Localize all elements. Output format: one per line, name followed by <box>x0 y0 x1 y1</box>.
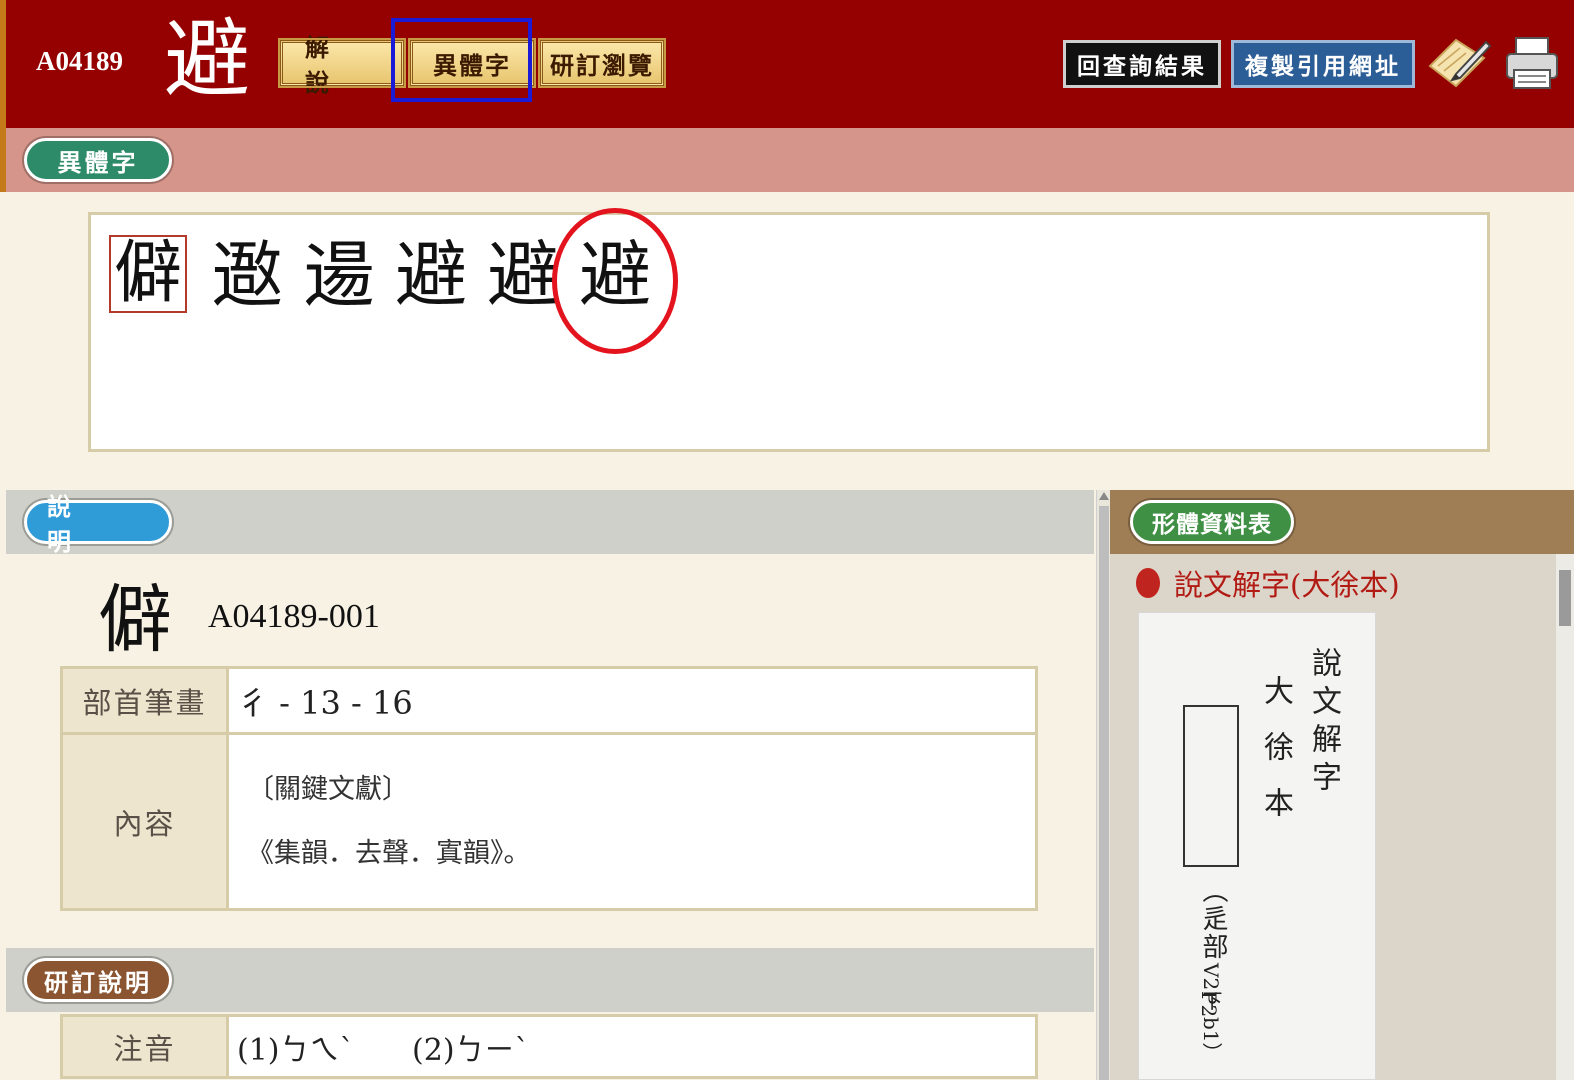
scan-text-line: b1） <box>1199 1017 1223 1063</box>
phonetic-value-1: (1)ㄅㄟˋ <box>237 1032 355 1068</box>
form-section-title: 形體資料表 <box>1130 500 1294 544</box>
scrollbar-thumb[interactable] <box>1559 570 1571 626</box>
variant-heading-char: 僻 <box>98 577 172 663</box>
tab-explanation[interactable]: 解 說 <box>278 33 406 97</box>
right-pane-scrollbar[interactable] <box>1556 554 1574 1080</box>
back-to-results-button[interactable]: 回查詢結果 <box>1063 40 1221 88</box>
variant-section-band: 異體字 <box>0 128 1574 192</box>
variant-char-4[interactable]: 避 <box>385 235 477 315</box>
explain-section-title: 說 明 <box>24 492 172 556</box>
scanned-page-image: 說文解字 大徐本 （辵部 V2下 P2 b1） <box>1138 612 1376 1080</box>
form-data-pane: 形體資料表 說文解字(大徐本) 說文解字 大徐本 （辵部 V2下 P2 b1） <box>1110 490 1574 1080</box>
phonetic-value-2: (2)ㄅㄧˋ <box>412 1032 530 1068</box>
variant-char-2[interactable]: 䢩 <box>201 235 293 315</box>
printer-icon[interactable] <box>1504 34 1560 92</box>
explain-section-band: 說 明 <box>6 490 1094 556</box>
radical-label: 部首筆畫 <box>60 666 229 735</box>
source-entry[interactable]: 說文解字(大徐本) <box>1136 562 1400 604</box>
tab-variants[interactable]: 異體字 <box>408 38 536 88</box>
variant-info-table: 部首筆畫 彳 - 13 - 16 內容 〔關鍵文獻〕 《集韻．去聲．寘韻》。 <box>60 666 1038 911</box>
table-row: 注音 (1)ㄅㄟˋ (2)ㄅㄧˋ <box>60 1014 1038 1079</box>
variant-char-3[interactable]: 逿 <box>293 235 385 315</box>
revise-section-title: 研訂說明 <box>24 958 172 1002</box>
variant-heading-code: A04189-001 <box>208 598 380 635</box>
scan-character-box <box>1183 705 1239 867</box>
scan-text-radical: （辵部 <box>1198 877 1228 961</box>
tab-bar: 解 說 異體字 研訂瀏覽 <box>278 33 670 97</box>
variant-list-box: 僻 䢩 逿 避 避 避 <box>88 212 1490 452</box>
variant-char-5[interactable]: 避 <box>477 235 569 315</box>
content-label: 內容 <box>60 732 229 911</box>
edit-pen-icon[interactable] <box>1426 36 1492 92</box>
left-pane-scrollbar[interactable] <box>1096 490 1110 1080</box>
phonetic-values: (1)ㄅㄟˋ (2)ㄅㄧˋ <box>226 1014 1038 1079</box>
explanation-pane: 說 明 僻 A04189-001 部首筆畫 彳 - 13 - 16 內容 〔關鍵… <box>6 490 1094 1080</box>
table-row: 內容 〔關鍵文獻〕 《集韻．去聲．寘韻》。 <box>60 732 1038 911</box>
content-line-2: 《集韻．去聲．寘韻》。 <box>247 837 531 869</box>
scroll-up-arrow-icon[interactable] <box>1099 492 1109 500</box>
scan-text-page: P2 <box>1197 991 1221 1018</box>
seal-icon <box>1136 568 1160 598</box>
revise-section-band: 研訂說明 <box>6 948 1094 1012</box>
copy-citation-url-button[interactable]: 複製引用網址 <box>1231 40 1415 88</box>
tab-revision-browse[interactable]: 研訂瀏覽 <box>538 38 666 88</box>
character-code: A04189 <box>36 46 123 76</box>
revise-info-table: 注音 (1)ㄅㄟˋ (2)ㄅㄧˋ <box>60 1014 1038 1079</box>
form-section-band: 形體資料表 <box>1110 490 1574 554</box>
source-link[interactable]: 說文解字(大徐本) <box>1174 562 1400 604</box>
table-row: 部首筆畫 彳 - 13 - 16 <box>60 666 1038 735</box>
phonetic-label: 注音 <box>60 1014 229 1079</box>
scan-text-edition: 大徐本 <box>1258 675 1293 843</box>
variant-char-6[interactable]: 避 <box>569 235 661 315</box>
variant-char-1[interactable]: 僻 <box>109 235 187 313</box>
content-cell: 〔關鍵文獻〕 《集韻．去聲．寘韻》。 <box>226 732 1038 911</box>
header-bar: A04189 避 解 說 異體字 研訂瀏覽 回查詢結果 複製引用網址 <box>0 0 1574 128</box>
variant-list: 僻 䢩 逿 避 避 避 <box>109 235 661 315</box>
variant-section-title: 異體字 <box>24 138 172 182</box>
scrollbar-thumb[interactable] <box>1099 506 1109 1080</box>
main-character: 避 <box>164 10 250 110</box>
content-line-1: 〔關鍵文獻〕 <box>247 773 409 805</box>
scan-text-title: 說文解字 <box>1306 647 1341 799</box>
radical-value: 彳 - 13 - 16 <box>226 666 1038 735</box>
